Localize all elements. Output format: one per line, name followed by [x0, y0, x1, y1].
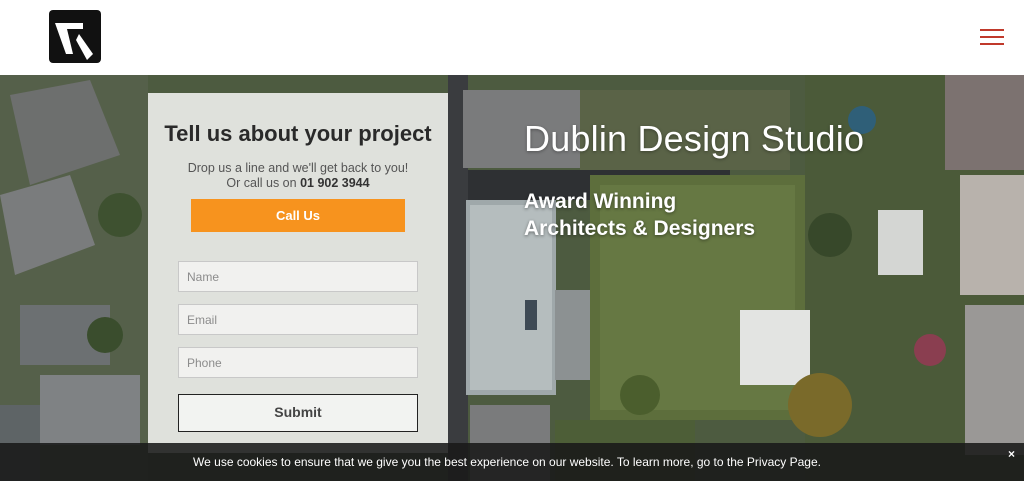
hero-title: Dublin Design Studio: [524, 118, 865, 159]
phone-number[interactable]: 01 902 3944: [300, 176, 370, 190]
call-us-button[interactable]: Call Us: [191, 199, 405, 232]
name-input[interactable]: [178, 261, 418, 292]
hero-tagline: Award Winning Architects & Designers: [524, 188, 755, 242]
site-header: [0, 0, 1024, 75]
cookie-notice-text: We use cookies to ensure that we give yo…: [193, 455, 821, 469]
tagline-line-1: Award Winning: [524, 190, 677, 213]
form-subtitle-line: Drop us a line and we'll get back to you…: [187, 161, 409, 175]
phone-input[interactable]: [178, 347, 418, 378]
close-icon[interactable]: ×: [1008, 447, 1015, 461]
studio-logo-icon[interactable]: [49, 10, 101, 63]
form-subtitle: Drop us a line and we'll get back to you…: [148, 161, 448, 191]
submit-button[interactable]: Submit: [178, 394, 418, 432]
hamburger-menu-icon[interactable]: [980, 29, 1004, 47]
cookie-notice-bar: We use cookies to ensure that we give yo…: [0, 443, 1024, 481]
form-call-line: Or call us on 01 902 3944: [148, 176, 448, 191]
project-inquiry-form: Tell us about your project Drop us a lin…: [148, 93, 448, 453]
tagline-line-2: Architects & Designers: [524, 217, 756, 240]
call-prefix: Or call us on: [226, 176, 297, 190]
email-input[interactable]: [178, 304, 418, 335]
form-title: Tell us about your project: [164, 121, 432, 146]
